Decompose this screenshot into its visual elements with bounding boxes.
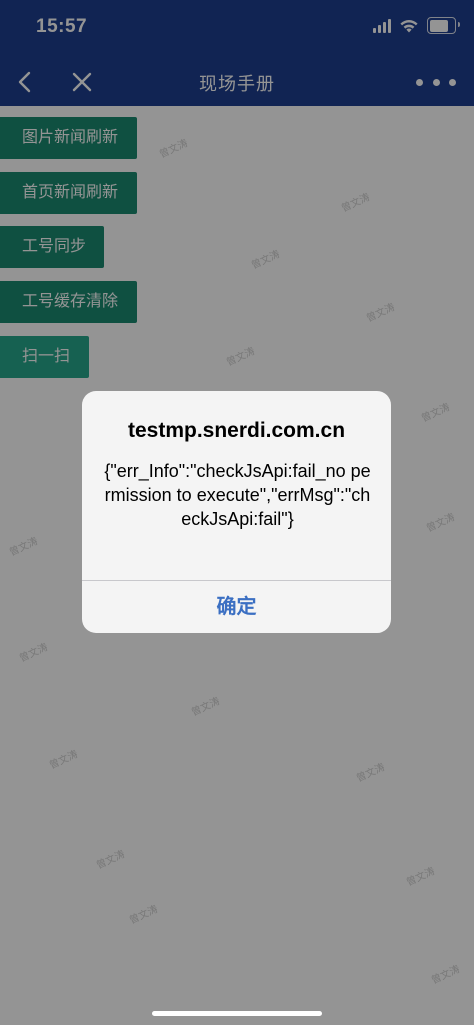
alert-dialog: testmp.snerdi.com.cn {"err_Info":"checkJ… bbox=[82, 391, 391, 633]
home-indicator[interactable] bbox=[152, 1011, 322, 1016]
confirm-button[interactable]: 确定 bbox=[82, 581, 391, 633]
dialog-message: {"err_Info":"checkJsApi:fail_no permissi… bbox=[104, 461, 371, 529]
dialog-title: testmp.snerdi.com.cn bbox=[127, 419, 346, 442]
